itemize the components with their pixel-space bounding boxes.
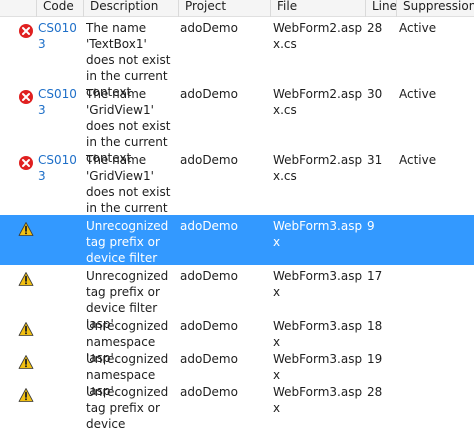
column-header-icon[interactable]	[0, 0, 36, 17]
line-cell: 28	[367, 21, 383, 35]
line-cell: 28	[367, 385, 383, 399]
column-header-suppression-state[interactable]: Suppression S	[396, 0, 474, 17]
error-icon	[19, 90, 33, 104]
line-cell: 9	[367, 219, 375, 233]
column-header-project[interactable]: Project	[178, 0, 270, 17]
file-cell: WebForm3.aspx	[273, 319, 363, 349]
code-cell[interactable]: CS0103	[38, 86, 82, 118]
file-cell: WebForm2.aspx.cs	[273, 21, 363, 51]
error-icon	[19, 156, 33, 170]
project-cell: adoDemo	[180, 87, 238, 101]
file-cell: WebForm3.aspx	[273, 352, 363, 382]
suppression-state-cell: Active	[399, 87, 437, 101]
error-list-row[interactable]: CS0103 The name 'GridView1' does not exis…	[0, 83, 474, 165]
project-cell: adoDemo	[180, 269, 238, 283]
suppression-state-cell: Active	[399, 153, 437, 167]
warning-icon	[18, 355, 34, 369]
column-header-line[interactable]: Line	[365, 0, 396, 17]
project-cell: adoDemo	[180, 219, 238, 233]
warning-icon	[18, 388, 34, 402]
error-list-row[interactable]: Unrecognized tag prefix or device filter…	[0, 265, 474, 331]
column-header-file[interactable]: File	[270, 0, 365, 17]
file-cell: WebForm3.aspx	[273, 385, 363, 415]
suppression-state-cell: Active	[399, 21, 437, 35]
project-cell: adoDemo	[180, 153, 238, 167]
line-cell: 30	[367, 87, 383, 101]
error-icon	[19, 24, 33, 38]
project-cell: adoDemo	[180, 21, 238, 35]
line-cell: 31	[367, 153, 383, 167]
code-cell[interactable]: CS0103	[38, 20, 82, 52]
warning-icon	[18, 222, 34, 236]
error-list-row[interactable]: Unrecognized namespace 'asp'. adoDemo WebF…	[0, 315, 474, 365]
error-list-row[interactable]: Unrecognized namespace 'asp'. adoDemo WebF…	[0, 348, 474, 398]
warning-icon	[18, 322, 34, 336]
project-cell: adoDemo	[180, 319, 238, 333]
line-cell: 17	[367, 269, 383, 283]
line-cell: 19	[367, 352, 383, 366]
file-cell: WebForm3.aspx	[273, 269, 363, 299]
column-header-code[interactable]: Code	[36, 0, 83, 17]
code-cell[interactable]: CS0103	[38, 152, 82, 184]
error-list-row[interactable]: CS0103 The name 'TextBox1' does not exist…	[0, 17, 474, 99]
file-cell: WebForm2.aspx.cs	[273, 153, 363, 183]
file-cell: WebForm3.aspx	[273, 219, 363, 249]
error-list-row[interactable]: Unrecognized tag prefix or device filter…	[0, 215, 474, 281]
file-cell: WebForm2.aspx.cs	[273, 87, 363, 117]
description-cell: Unrecognized tag prefix or device	[86, 385, 169, 431]
project-cell: adoDemo	[180, 385, 238, 399]
project-cell: adoDemo	[180, 352, 238, 366]
line-cell: 18	[367, 319, 383, 333]
warning-icon	[18, 272, 34, 286]
error-list-row[interactable]: CS0103 The name 'GridView1' does not exis…	[0, 149, 474, 231]
column-header-description[interactable]: Description	[83, 0, 178, 17]
error-list-row[interactable]: Unrecognized tag prefix or device adoDemo…	[0, 381, 474, 431]
error-list-header: Code Description Project File Line Suppr…	[0, 0, 474, 17]
